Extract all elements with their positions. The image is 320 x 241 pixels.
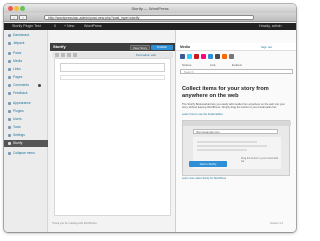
italic-icon[interactable] [61,53,65,57]
footer-thanks: Thank you for creating with WordPress. [52,222,98,225]
feedback-icon [8,92,11,95]
bold-icon[interactable] [55,53,59,57]
illustration-toolbar [183,121,291,126]
story-title-input[interactable] [60,63,165,72]
jetpack-icon [8,42,11,45]
browser-toolbar: ‹ › http://wordpress/wp-admin/post-new.p… [4,13,296,22]
sidebar-item-links[interactable]: Links [4,66,48,73]
admin-bar-howdy[interactable]: Howdy, admin [259,23,282,30]
flickr-icon[interactable] [201,54,206,59]
sidebar-item-plugins[interactable]: Plugins [4,108,48,115]
list-icon[interactable] [73,53,77,57]
learn-more-link[interactable]: Learn more about Storify for WordPress [182,177,226,180]
youtube-icon[interactable] [194,54,199,59]
sidebar-item-posts[interactable]: Posts [4,50,48,57]
tab-embed[interactable]: Embed [232,63,242,68]
sidebar-collapse-menu[interactable]: Collapse menu [4,150,48,157]
publish-button[interactable]: Publish [151,44,173,50]
panel-title: Media [180,45,190,49]
drag-instruction: Drag this button to your bookmarks bar [241,157,279,163]
twitter-icon[interactable] [187,54,192,59]
sidebar-item-users[interactable]: Users [4,116,48,123]
story-canvas[interactable] [54,58,171,216]
tab-link[interactable]: Link [210,63,216,68]
illustration-line [197,149,247,151]
illustration-line [197,145,267,147]
links-icon [8,68,11,71]
bookmarklet-help-link[interactable]: Learn how to use the bookmarklet [182,113,223,116]
search-icon[interactable] [208,54,213,59]
plugins-icon [8,110,11,113]
wp-footer: Thank you for creating with WordPress. V… [50,220,296,227]
sidebar-item-settings[interactable]: Settings [4,132,48,139]
sidebar-item-feedback[interactable]: Feedback [4,90,48,97]
media-panel: Media Sign out Stories Link Embed Search… [175,30,296,232]
storify-logo: Storify [53,44,66,49]
appearance-icon [8,102,11,105]
sidebar-item-tools[interactable]: Tools [4,124,48,131]
add-to-storify-bookmarklet[interactable]: Add to Storify [189,161,227,167]
illustration-line [197,141,257,143]
source-icons [180,54,293,60]
storify-icon [8,142,11,145]
comments-icon [8,84,11,87]
link-icon[interactable] [229,54,234,59]
footer-version: Version 3.4 [270,222,283,225]
collect-description: The Storify Bookmarklet lets you easily … [182,103,286,110]
sidebar-item-dashboard[interactable]: Dashboard [4,32,48,39]
storify-header: Storify View Story Publish [50,43,175,51]
pages-icon [8,76,11,79]
sidebar-item-appearance[interactable]: Appearance [4,100,48,107]
bookmarklet-illustration: http://example.com Add to Storify Drag t… [182,120,291,176]
soundcloud-icon[interactable] [222,54,227,59]
sidebar-item-pages[interactable]: Pages [4,74,48,81]
tab-stories[interactable]: Stories [182,63,191,68]
story-editor: Storify View Story Publish Permalink: ed… [50,30,175,232]
collect-heading: Collect items for your story from anywhe… [182,86,269,99]
admin-bar-plugin[interactable]: WordPress [84,23,102,30]
sidebar-item-jetpack[interactable]: Jetpack [4,40,48,47]
facebook-icon[interactable] [180,54,185,59]
sidebar-item-media[interactable]: Media [4,58,48,65]
source-tabs: Stories Link Embed [180,63,293,68]
title-bar: Storify — WordPress [4,4,296,13]
admin-bar-comments[interactable]: 0 [54,23,56,30]
forward-button[interactable]: › [19,15,27,20]
sidebar-item-comments[interactable]: Comments [4,82,48,89]
panel-header: Media Sign out [176,43,296,51]
tools-icon [8,126,11,129]
comments-badge [38,84,41,87]
settings-icon [8,134,11,137]
posts-icon [8,52,11,55]
admin-bar-site[interactable]: Storify Plugin Test [12,23,41,30]
instagram-icon[interactable] [215,54,220,59]
admin-sidebar: Dashboard Jetpack Posts Media Links Page… [4,30,48,232]
browser-window: Storify — WordPress ‹ › http://wordpress… [4,4,296,232]
collapse-icon [8,152,11,155]
illustration-url: http://example.com [193,129,278,134]
dashboard-icon [8,34,11,37]
window-title: Storify — WordPress [131,6,169,11]
admin-bar-new[interactable]: + New [64,23,74,30]
media-icon [8,60,11,63]
sign-out-link[interactable]: Sign out [261,43,272,51]
story-description-input[interactable] [60,75,165,80]
back-button[interactable]: ‹ [10,15,18,20]
users-icon [8,118,11,121]
view-story-button[interactable]: View Story [130,44,150,50]
sidebar-item-storify[interactable]: Storify [4,140,48,147]
link-icon[interactable] [67,53,71,57]
address-bar[interactable]: http://wordpress/wp-admin/post-new.php?p… [44,15,254,20]
source-search-input[interactable]: Search [180,69,293,74]
wp-admin-bar: Storify Plugin Test 0 + New WordPress Ho… [4,23,296,30]
